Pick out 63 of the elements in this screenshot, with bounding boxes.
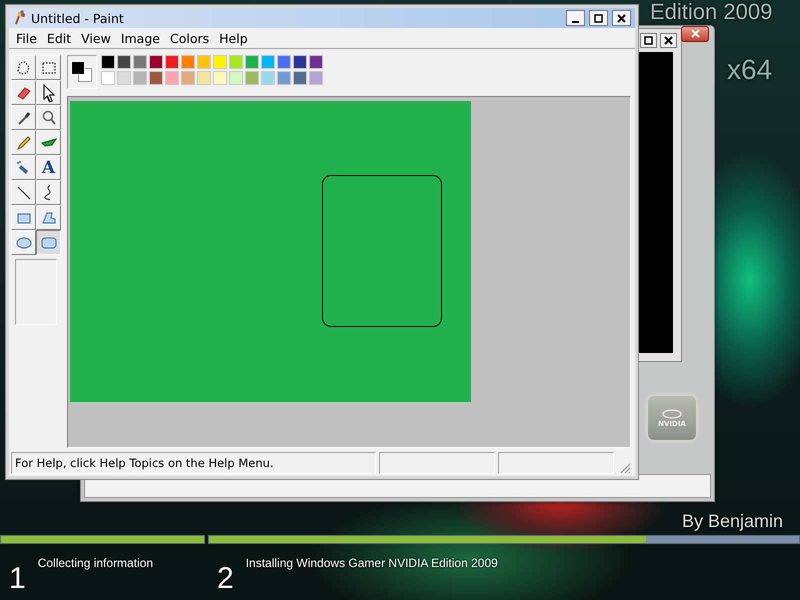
color-swatch[interactable] (213, 71, 227, 85)
color-swatch[interactable] (181, 55, 195, 69)
menu-item[interactable]: Image (116, 28, 165, 48)
color-swatch[interactable] (245, 71, 259, 85)
close-icon (617, 14, 626, 22)
color-swatch[interactable] (229, 55, 243, 69)
window-title: Untitled - Paint (31, 10, 125, 26)
color-swatch[interactable] (293, 71, 307, 85)
edition-text: Edition 2009 (650, 1, 772, 23)
step-number: 1 (9, 564, 26, 594)
menu-item[interactable]: Colors (164, 28, 214, 48)
color-swatch[interactable] (277, 55, 291, 69)
color-swatch[interactable] (117, 55, 131, 69)
minimize-icon (572, 20, 579, 22)
color-swatch[interactable] (181, 71, 195, 85)
color-swatch[interactable] (293, 55, 307, 69)
maximize-button[interactable] (640, 33, 657, 48)
author-text: By Benjamin (682, 511, 784, 532)
color-swatch[interactable] (309, 71, 323, 85)
color-swatch[interactable] (261, 71, 275, 85)
menu-item[interactable]: File (11, 28, 42, 48)
architecture-text: x64 (727, 54, 772, 86)
status-text: For Help, click Help Topics on the Help Menu. (11, 452, 376, 474)
pencil-icon (14, 134, 32, 152)
eye-logo-icon (661, 408, 683, 418)
menu-item[interactable]: View (76, 28, 116, 48)
color-swatch[interactable] (165, 55, 179, 69)
close-button[interactable] (660, 33, 677, 48)
maximize-icon (594, 14, 603, 22)
tool-options-panel (15, 259, 57, 325)
minimize-button[interactable] (566, 10, 585, 26)
step-label: Collecting information (38, 556, 154, 570)
close-button[interactable] (612, 10, 631, 26)
color-swatch[interactable] (133, 71, 147, 85)
close-icon (690, 29, 700, 38)
close-button[interactable] (681, 26, 709, 42)
paint-app-icon (13, 10, 27, 26)
maximize-icon (644, 36, 653, 44)
color-swatch[interactable] (197, 71, 211, 85)
mouse-cursor-icon (43, 84, 55, 103)
step-label: Installing Windows Gamer NVIDIA Edition 2009 (246, 556, 498, 570)
color-swatch[interactable] (165, 71, 179, 85)
color-swatch[interactable] (261, 55, 275, 69)
color-swatch[interactable] (149, 55, 163, 69)
close-icon (664, 36, 673, 44)
color-swatch[interactable] (133, 55, 147, 69)
color-swatch[interactable] (101, 71, 115, 85)
line-icon (14, 184, 32, 202)
color-swatch[interactable] (197, 55, 211, 69)
color-swatch[interactable] (277, 71, 291, 85)
menu-item[interactable]: Edit (42, 28, 76, 48)
tool-button[interactable]: A (36, 155, 61, 180)
color-swatch[interactable] (309, 55, 323, 69)
color-swatch[interactable] (229, 71, 243, 85)
color-swatch[interactable] (149, 71, 163, 85)
step-number: 2 (217, 564, 234, 594)
color-swatch[interactable] (245, 55, 259, 69)
color-swatch[interactable] (101, 55, 115, 69)
current-colors[interactable] (67, 55, 97, 89)
maximize-button[interactable] (589, 10, 608, 26)
color-swatch[interactable] (213, 55, 227, 69)
color-swatch[interactable] (117, 71, 131, 85)
menu-item[interactable]: Help (214, 28, 253, 48)
